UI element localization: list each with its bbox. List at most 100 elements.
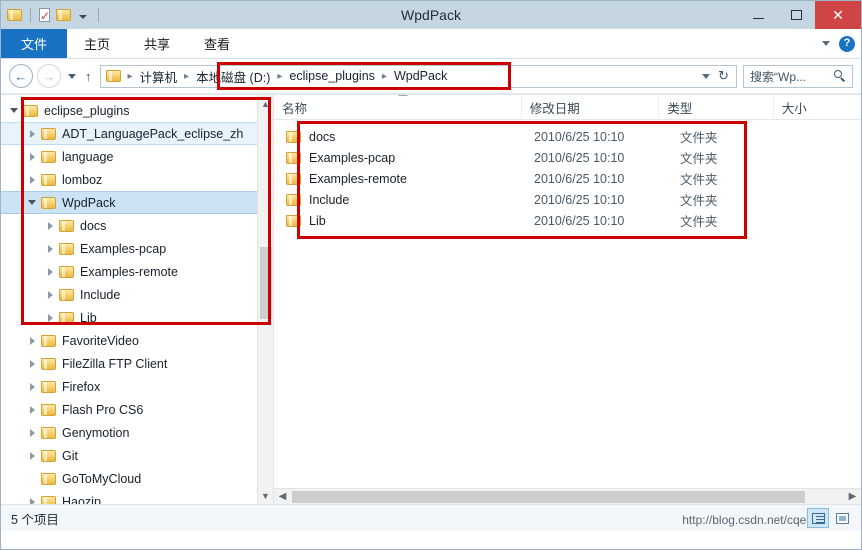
breadcrumb-item-wpdpack[interactable]: WpdPack <box>391 69 451 83</box>
filelist-horizontal-scrollbar[interactable]: ◀ ▶ <box>274 488 861 504</box>
tree-item-lomboz[interactable]: lomboz <box>1 168 273 191</box>
expander-expand-icon[interactable] <box>25 451 39 460</box>
expander-expand-icon[interactable] <box>43 290 57 299</box>
tree-item-label: FileZilla FTP Client <box>62 356 168 371</box>
breadcrumb-separator-3[interactable]: ▸ <box>378 71 391 82</box>
table-row[interactable]: docs 2010/6/25 10:10 文件夹 <box>274 126 861 147</box>
tree-item-label: FavoriteVideo <box>62 333 139 348</box>
table-row[interactable]: Include 2010/6/25 10:10 文件夹 <box>274 189 861 210</box>
refresh-icon[interactable]: ↻ <box>718 68 729 84</box>
expander-collapse-icon[interactable] <box>7 108 21 113</box>
triangle-right-icon <box>29 129 35 138</box>
expander-expand-icon[interactable] <box>25 175 39 184</box>
tree-item-label: Lib <box>80 310 97 325</box>
expander-expand-icon[interactable] <box>43 313 57 322</box>
expander-expand-icon[interactable] <box>43 221 57 230</box>
expander-expand-icon[interactable] <box>43 244 57 253</box>
tree-item-language[interactable]: language <box>1 145 273 168</box>
column-header-date[interactable]: 修改日期 <box>522 95 660 119</box>
breadcrumb-separator-2[interactable]: ▸ <box>273 71 286 82</box>
properties-icon[interactable] <box>38 7 53 23</box>
expander-expand-icon[interactable] <box>25 405 39 414</box>
expander-expand-icon[interactable] <box>43 267 57 276</box>
status-bar: 5 个项目 http://blog.csdn.net/cqere <box>1 504 861 531</box>
column-header-name[interactable]: 名称 <box>274 95 522 119</box>
new-folder-icon[interactable] <box>56 8 72 22</box>
expander-expand-icon[interactable] <box>25 336 39 345</box>
minimize-button[interactable] <box>739 1 777 29</box>
tree-item-label: Firefox <box>62 379 101 394</box>
expander-expand-icon[interactable] <box>25 428 39 437</box>
table-row[interactable]: Examples-remote 2010/6/25 10:10 文件夹 <box>274 168 861 189</box>
help-button[interactable]: ? <box>839 35 855 52</box>
breadcrumb-separator-1[interactable]: ▸ <box>180 71 193 82</box>
tree-item-adt-languagepack-eclipse-zh[interactable]: ADT_LanguagePack_eclipse_zh <box>1 122 273 145</box>
tree-item-haozip[interactable]: Haozip <box>1 490 273 504</box>
breadcrumb-separator-0[interactable]: ▸ <box>124 71 137 82</box>
tab-share[interactable]: 共享 <box>127 29 187 58</box>
folder-icon <box>41 334 57 348</box>
tree-item-label: WpdPack <box>62 195 116 210</box>
forward-button[interactable]: → <box>37 64 61 88</box>
maximize-button[interactable] <box>777 1 815 29</box>
breadcrumb-dropdown-icon[interactable] <box>702 73 710 79</box>
cell-name: Examples-remote <box>274 172 530 186</box>
tree-item-docs[interactable]: docs <box>1 214 273 237</box>
filelist-scroll-thumb[interactable] <box>292 490 805 503</box>
tree-item-include[interactable]: Include <box>1 283 273 306</box>
folder-icon <box>41 150 57 164</box>
breadcrumb-item-drive-d[interactable]: 本地磁盘 (D:) <box>193 67 273 86</box>
breadcrumb-item-computer[interactable]: 计算机 <box>137 67 181 86</box>
folder-icon[interactable] <box>7 8 23 22</box>
large-icons-view-icon <box>835 512 849 524</box>
tree-item-genymotion[interactable]: Genymotion <box>1 421 273 444</box>
customize-dropdown-icon[interactable] <box>79 15 87 19</box>
tree-item-wpdpack[interactable]: WpdPack <box>1 191 273 214</box>
scroll-up-button[interactable]: ▲ <box>258 95 273 112</box>
search-box[interactable]: 搜索“Wp... <box>743 64 853 88</box>
table-row[interactable]: Lib 2010/6/25 10:10 文件夹 <box>274 210 861 231</box>
scroll-left-button[interactable]: ◀ <box>274 491 291 502</box>
tab-home[interactable]: 主页 <box>67 29 127 58</box>
cell-name-label: Examples-pcap <box>309 150 396 165</box>
scroll-right-button[interactable]: ▶ <box>844 491 861 502</box>
recent-locations-icon[interactable] <box>68 73 76 79</box>
tab-file[interactable]: 文件 <box>1 29 68 58</box>
cell-name-label: Examples-remote <box>309 171 407 186</box>
breadcrumb[interactable]: ▸ 计算机 ▸ 本地磁盘 (D:) ▸ eclipse_plugins ▸ Wp… <box>99 64 737 88</box>
expander-collapse-icon[interactable] <box>25 200 39 205</box>
tree-item-lib[interactable]: Lib <box>1 306 273 329</box>
folder-icon <box>286 214 302 228</box>
sidebar-scrollbar[interactable]: ▲ ▼ <box>257 95 273 504</box>
expander-expand-icon[interactable] <box>25 129 39 138</box>
up-button[interactable]: ↑ <box>85 69 92 84</box>
large-icons-view-button[interactable] <box>831 508 853 528</box>
table-row[interactable]: Examples-pcap 2010/6/25 10:10 文件夹 <box>274 147 861 168</box>
sidebar-scroll-thumb[interactable] <box>260 247 272 319</box>
scroll-down-button[interactable]: ▼ <box>258 487 273 504</box>
tree-item-eclipse-plugins[interactable]: eclipse_plugins <box>1 99 273 122</box>
tree-item-favoritevideo[interactable]: FavoriteVideo <box>1 329 273 352</box>
window-title: WpdPack <box>401 7 461 23</box>
expander-expand-icon[interactable] <box>25 359 39 368</box>
column-header-type[interactable]: 类型 <box>659 95 774 119</box>
chevron-down-icon[interactable] <box>822 41 830 46</box>
column-header-size[interactable]: 大小 <box>774 95 861 119</box>
tree-item-filezilla-ftp-client[interactable]: FileZilla FTP Client <box>1 352 273 375</box>
breadcrumb-item-eclipse-plugins[interactable]: eclipse_plugins <box>286 69 377 83</box>
tab-view[interactable]: 查看 <box>187 29 247 58</box>
content-area: eclipse_plugins ADT_LanguagePack_eclipse_… <box>1 94 861 504</box>
tree-item-gotomycloud[interactable]: GoToMyCloud <box>1 467 273 490</box>
tree-item-git[interactable]: Git <box>1 444 273 467</box>
tree-item-flash-pro-cs6[interactable]: Flash Pro CS6 <box>1 398 273 421</box>
close-button[interactable]: ✕ <box>815 1 861 29</box>
tree-item-firefox[interactable]: Firefox <box>1 375 273 398</box>
expander-expand-icon[interactable] <box>25 152 39 161</box>
details-view-button[interactable] <box>807 508 829 528</box>
quick-access-toolbar <box>1 1 103 29</box>
expander-expand-icon[interactable] <box>25 382 39 391</box>
tree-item-examples-pcap[interactable]: Examples-pcap <box>1 237 273 260</box>
folder-tree: eclipse_plugins ADT_LanguagePack_eclipse_… <box>1 95 273 504</box>
tree-item-examples-remote[interactable]: Examples-remote <box>1 260 273 283</box>
back-button[interactable]: ← <box>9 64 33 88</box>
